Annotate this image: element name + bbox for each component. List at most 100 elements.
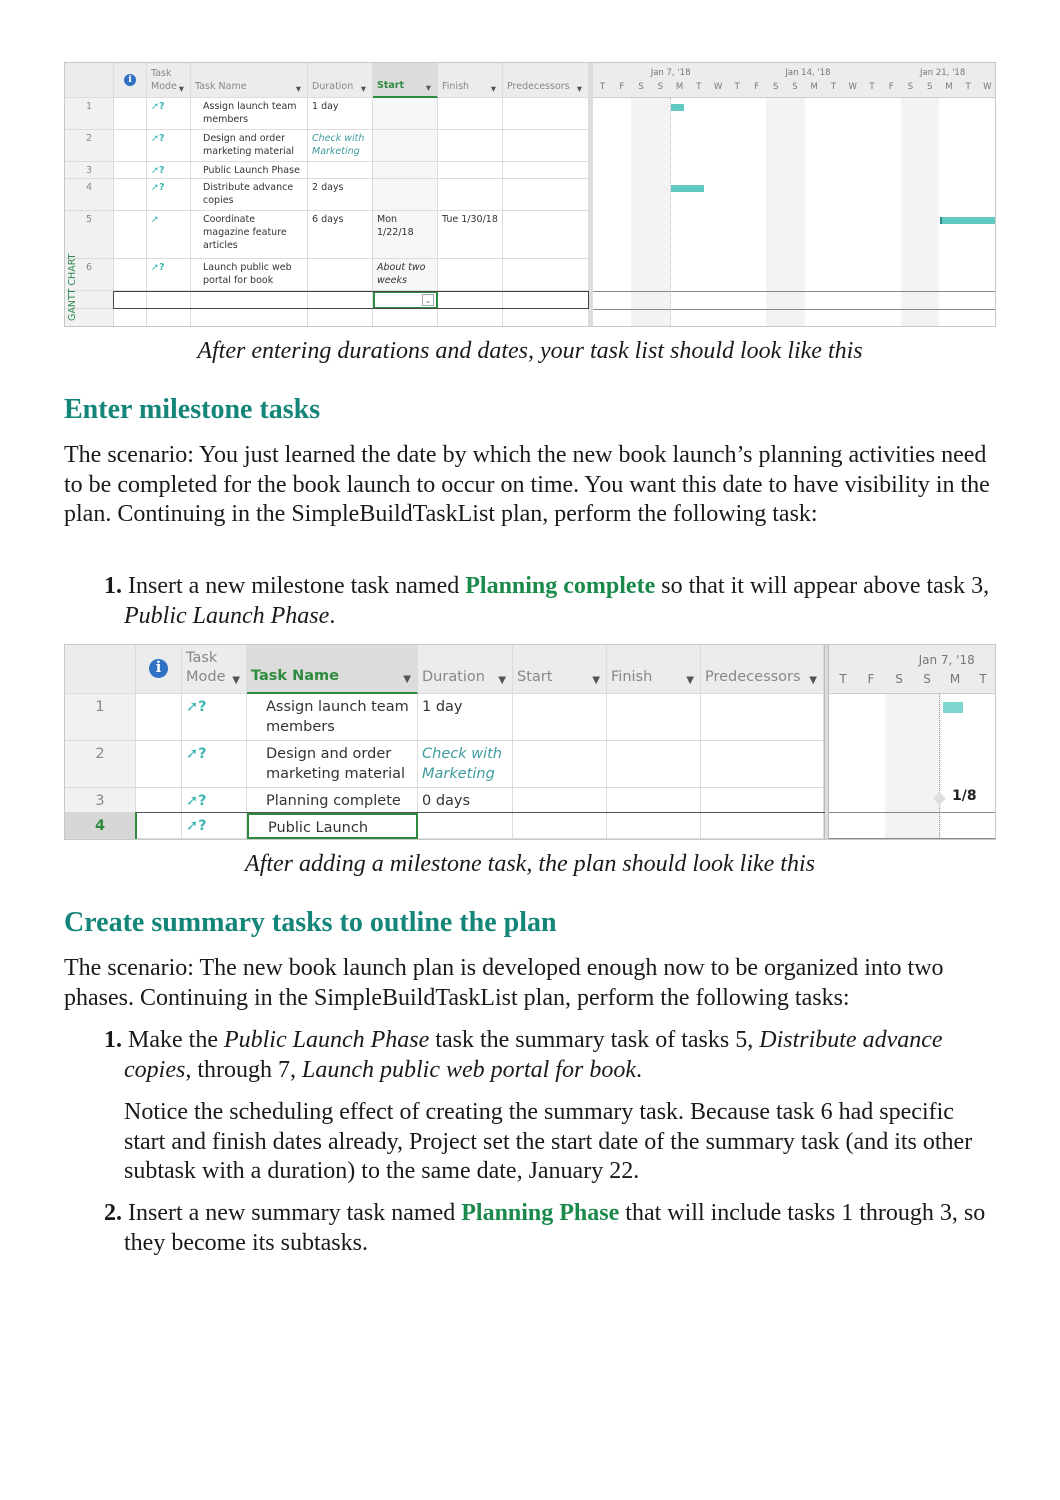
cell-start[interactable]: Mon 1/22/18 — [373, 211, 438, 259]
cell-start[interactable]: About two weeks — [373, 259, 438, 291]
cell-start[interactable] — [513, 694, 607, 741]
cell-duration[interactable] — [418, 813, 513, 839]
cell-duration[interactable]: 1 day — [308, 98, 373, 130]
cell-start[interactable] — [513, 741, 607, 788]
empty-row-cell[interactable] — [438, 291, 503, 309]
cell-duration[interactable] — [308, 162, 373, 179]
cell-name[interactable]: Launch public web portal for book — [191, 259, 308, 291]
cell-predecessors[interactable] — [503, 259, 589, 291]
cell-name[interactable]: Coordinate magazine feature articles — [191, 211, 308, 259]
cell-start[interactable] — [373, 162, 438, 179]
gantt-bar[interactable] — [940, 217, 995, 224]
cell-predecessors[interactable] — [701, 813, 824, 839]
column-header-name[interactable]: Task Name ▼ — [247, 645, 418, 694]
column-header-finish[interactable]: Finish ▼ — [607, 645, 701, 694]
cell-mode[interactable]: ➚? — [182, 788, 247, 813]
empty-row-cell[interactable] — [114, 309, 147, 326]
cell-predecessors[interactable] — [503, 211, 589, 259]
chevron-down-icon[interactable]: ▼ — [361, 85, 366, 94]
empty-row-cell[interactable] — [373, 309, 438, 326]
cell-finish[interactable] — [438, 98, 503, 130]
chevron-down-icon[interactable]: ▼ — [403, 673, 411, 687]
cell-name[interactable]: Distribute advance copies — [191, 179, 308, 211]
cell-mode[interactable]: ➚? — [147, 98, 191, 130]
cell-finish[interactable] — [438, 162, 503, 179]
chevron-down-icon[interactable]: ▼ — [809, 674, 817, 688]
gantt-bar[interactable] — [670, 185, 704, 192]
column-header-duration[interactable]: Duration ▼ — [308, 63, 373, 98]
empty-row-cell[interactable] — [191, 309, 308, 326]
empty-row-cell[interactable] — [438, 309, 503, 326]
cell-duration[interactable]: 0 days — [418, 788, 513, 813]
cell-duration[interactable]: 2 days — [308, 179, 373, 211]
cell-finish[interactable] — [607, 741, 701, 788]
chevron-down-icon[interactable]: ▼ — [491, 85, 496, 94]
cell-mode[interactable]: ➚? — [147, 179, 191, 211]
cell-info[interactable] — [114, 259, 147, 291]
cell-predecessors[interactable] — [701, 788, 824, 813]
cell-info[interactable] — [114, 211, 147, 259]
cell-mode[interactable]: ➚? — [147, 259, 191, 291]
cell-start[interactable] — [373, 179, 438, 211]
empty-row-cell[interactable] — [308, 309, 373, 326]
cell-mode[interactable]: ➚? — [182, 741, 247, 788]
cell-predecessors[interactable] — [701, 741, 824, 788]
cell-info[interactable] — [114, 130, 147, 162]
cell-mode[interactable]: ➚? — [147, 130, 191, 162]
cell-mode[interactable]: ➚? — [182, 694, 247, 741]
column-header-duration[interactable]: Duration ▼ — [418, 645, 513, 694]
chevron-down-icon[interactable]: ▼ — [232, 674, 240, 688]
column-header-start[interactable]: Start ▼ — [373, 63, 438, 98]
empty-row-cell[interactable] — [147, 309, 191, 326]
cell-finish[interactable] — [607, 694, 701, 741]
cell-duration[interactable]: 6 days — [308, 211, 373, 259]
chevron-down-icon[interactable]: ▼ — [179, 85, 184, 94]
cell-info[interactable] — [136, 788, 182, 813]
cell-mode[interactable]: ➚? — [147, 162, 191, 179]
chevron-down-icon[interactable]: ▼ — [686, 674, 694, 688]
column-header-finish[interactable]: Finish ▼ — [438, 63, 503, 98]
column-header-mode[interactable]: Task Mode ▼ — [182, 645, 247, 694]
cell-finish[interactable] — [438, 259, 503, 291]
cell-predecessors[interactable] — [503, 162, 589, 179]
cell-info[interactable] — [136, 741, 182, 788]
cell-predecessors[interactable] — [503, 130, 589, 162]
cell-predecessors[interactable] — [503, 98, 589, 130]
gantt-bar[interactable] — [943, 702, 963, 713]
cell-finish[interactable] — [438, 179, 503, 211]
cell-duration[interactable]: 1 day — [418, 694, 513, 741]
cell-mode[interactable]: ➚ — [147, 211, 191, 259]
cell-predecessors[interactable] — [701, 694, 824, 741]
cell-name[interactable]: Design and order marketing material — [191, 130, 308, 162]
cell-finish[interactable] — [607, 813, 701, 839]
cell-finish[interactable]: Tue 1/30/18 — [438, 211, 503, 259]
chevron-down-icon[interactable]: ▼ — [296, 85, 301, 94]
chevron-down-icon[interactable]: ▼ — [426, 84, 431, 93]
cell-start[interactable] — [373, 130, 438, 162]
column-header-predecessors[interactable]: Predecessors ▼ — [701, 645, 824, 694]
cell-start[interactable] — [513, 788, 607, 813]
cell-name[interactable]: Public Launch Phase — [191, 162, 308, 179]
cell-predecessors[interactable] — [503, 179, 589, 211]
cell-mode[interactable]: ➚? — [182, 813, 247, 839]
cell-name[interactable]: Planning complete — [247, 788, 418, 813]
cell-duration[interactable] — [308, 259, 373, 291]
cell-info[interactable] — [136, 694, 182, 741]
chevron-down-icon[interactable]: ⌄ — [422, 294, 434, 306]
chevron-down-icon[interactable]: ▼ — [498, 674, 506, 688]
cell-start[interactable] — [513, 813, 607, 839]
cell-start[interactable] — [373, 98, 438, 130]
column-header-info[interactable]: i — [114, 63, 147, 98]
cell-info[interactable] — [114, 179, 147, 211]
cell-duration[interactable]: Check with Marketing — [308, 130, 373, 162]
cell-name[interactable]: Design and order marketing material — [247, 741, 418, 788]
pane-splitter[interactable] — [589, 63, 593, 326]
cell-finish[interactable] — [438, 130, 503, 162]
empty-row-cell[interactable] — [503, 291, 589, 309]
empty-row-cell[interactable] — [191, 291, 308, 309]
cell-info[interactable] — [114, 98, 147, 130]
column-header-start[interactable]: Start ▼ — [513, 645, 607, 694]
chevron-down-icon[interactable]: ▼ — [577, 85, 582, 94]
column-header-mode[interactable]: Task Mode ▼ — [147, 63, 191, 98]
column-header-info[interactable]: i — [136, 645, 182, 694]
